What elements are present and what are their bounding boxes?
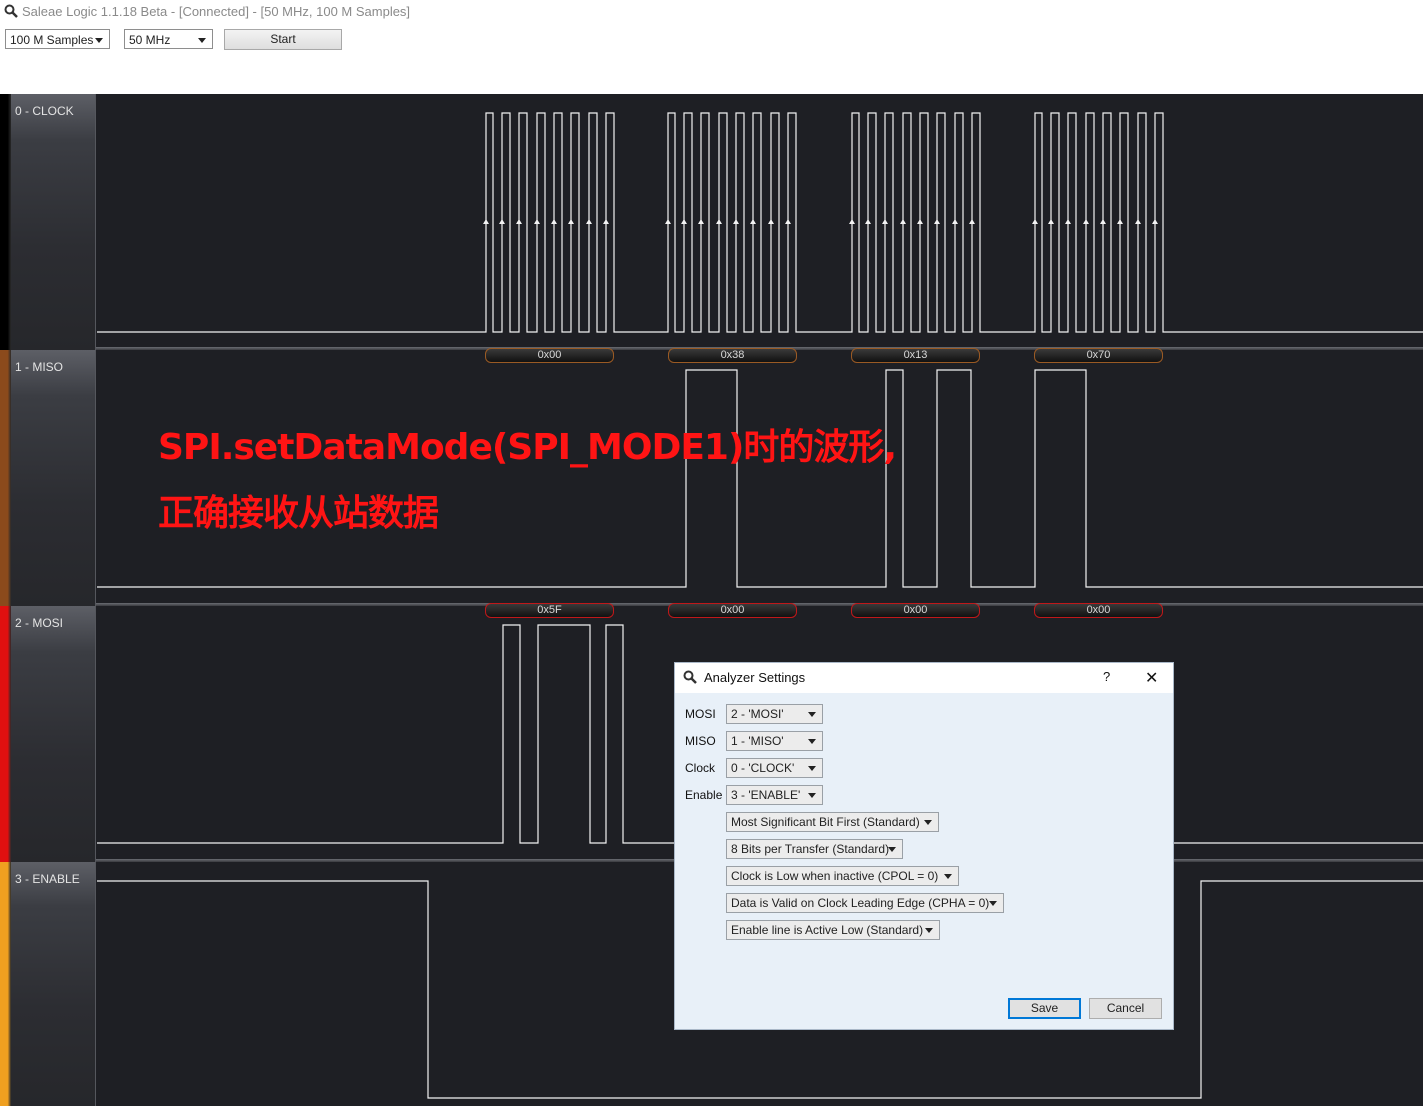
close-icon[interactable]: ✕	[1145, 668, 1158, 688]
chevron-down-icon	[808, 766, 816, 771]
window-title: Saleae Logic 1.1.18 Beta - [Connected] -…	[22, 4, 411, 19]
bits-per-transfer-value: 8 Bits per Transfer (Standard)	[731, 842, 890, 856]
enable-field-label: Enable	[685, 788, 723, 802]
decoded-mosi-byte[interactable]: 0x00	[668, 603, 797, 618]
enable-channel-value: 3 - 'ENABLE'	[731, 788, 801, 802]
start-button[interactable]: Start	[224, 29, 342, 50]
chevron-down-icon	[808, 712, 816, 717]
dialog-title: Analyzer Settings	[704, 670, 806, 685]
chevron-down-icon	[944, 874, 952, 879]
cancel-button[interactable]: Cancel	[1089, 998, 1162, 1019]
clock-field-label: Clock	[685, 761, 716, 775]
magnifier-icon	[4, 4, 18, 18]
miso-channel-value: 1 - 'MISO'	[731, 734, 784, 748]
miso-channel-select[interactable]: 1 - 'MISO'	[726, 731, 823, 751]
annotation-line-1: SPI.setDataMode(SPI_MODE1)时的波形,	[158, 427, 897, 468]
enable-polarity-select[interactable]: Enable line is Active Low (Standard)	[726, 920, 940, 940]
sample-rate-select[interactable]: 50 MHz	[124, 29, 213, 49]
analyzer-settings-dialog: Analyzer Settings ? ✕ MOSI 2 - 'MOSI' MI…	[674, 662, 1174, 1030]
bit-order-value: Most Significant Bit First (Standard)	[731, 815, 920, 829]
mosi-channel-select[interactable]: 2 - 'MOSI'	[726, 704, 823, 724]
decoded-mosi-byte[interactable]: 0x00	[1034, 603, 1163, 618]
enable-polarity-value: Enable line is Active Low (Standard)	[731, 923, 924, 937]
sample-rate-value: 50 MHz	[129, 33, 171, 47]
decoded-miso-byte[interactable]: 0x70	[1034, 348, 1163, 363]
cpha-select[interactable]: Data is Valid on Clock Leading Edge (CPH…	[726, 893, 1004, 913]
enable-channel-select[interactable]: 3 - 'ENABLE'	[726, 785, 823, 805]
clock-channel-value: 0 - 'CLOCK'	[731, 761, 795, 775]
toolbar-spacer	[0, 60, 1423, 94]
bit-order-select[interactable]: Most Significant Bit First (Standard)	[726, 812, 939, 832]
cpha-value: Data is Valid on Clock Leading Edge (CPH…	[731, 896, 990, 910]
bits-per-transfer-select[interactable]: 8 Bits per Transfer (Standard)	[726, 839, 903, 859]
mosi-field-label: MOSI	[685, 707, 716, 721]
chevron-down-icon	[925, 928, 933, 933]
clock-channel-select[interactable]: 0 - 'CLOCK'	[726, 758, 823, 778]
help-icon[interactable]: ?	[1103, 669, 1110, 684]
miso-trace	[97, 369, 1423, 588]
decoded-miso-byte[interactable]: 0x13	[851, 348, 980, 363]
annotation-line-2: 正确接收从站数据	[158, 493, 439, 534]
miso-field-label: MISO	[685, 734, 716, 748]
chevron-down-icon	[989, 901, 997, 906]
chevron-down-icon	[808, 793, 816, 798]
decoded-miso-byte[interactable]: 0x38	[668, 348, 797, 363]
decoded-miso-byte[interactable]: 0x00	[485, 348, 614, 363]
chevron-down-icon	[924, 820, 932, 825]
clock-edge-markers	[483, 219, 1158, 224]
dialog-header: Analyzer Settings ? ✕	[675, 663, 1173, 693]
decoded-mosi-byte[interactable]: 0x5F	[485, 603, 614, 618]
title-bar: Saleae Logic 1.1.18 Beta - [Connected] -…	[0, 0, 1423, 24]
chevron-down-icon	[888, 847, 896, 852]
chevron-down-icon	[198, 38, 206, 43]
cpol-select[interactable]: Clock is Low when inactive (CPOL = 0)	[726, 866, 959, 886]
samples-select[interactable]: 100 M Samples	[5, 29, 110, 49]
cpol-value: Clock is Low when inactive (CPOL = 0)	[731, 869, 939, 883]
chevron-down-icon	[808, 739, 816, 744]
clock-trace	[97, 112, 1423, 333]
save-button[interactable]: Save	[1008, 998, 1081, 1019]
mosi-channel-value: 2 - 'MOSI'	[731, 707, 784, 721]
chevron-down-icon	[95, 38, 103, 43]
samples-value: 100 M Samples	[10, 33, 94, 47]
decoded-mosi-byte[interactable]: 0x00	[851, 603, 980, 618]
magnifier-icon	[683, 670, 697, 684]
